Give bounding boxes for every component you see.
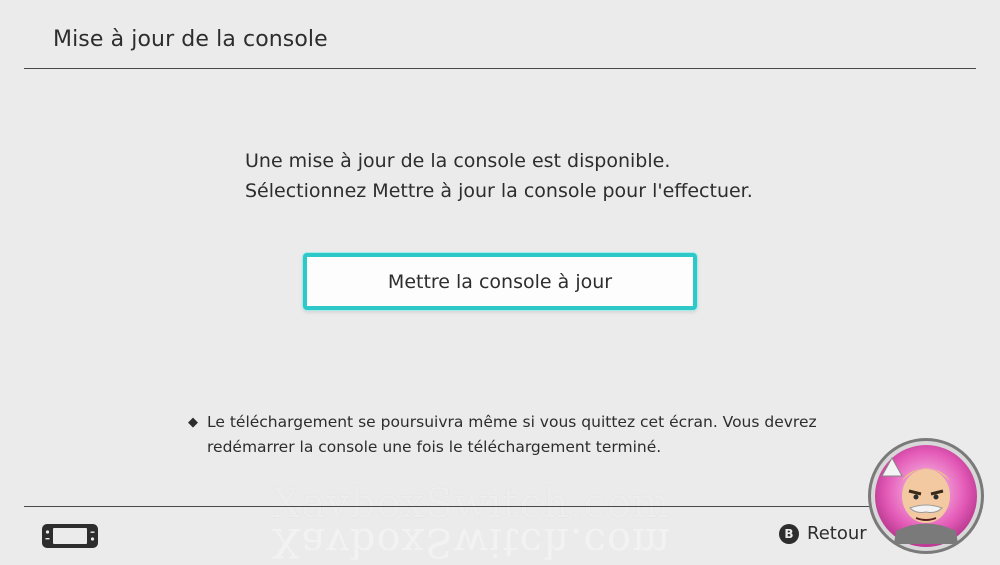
note-line-2: redémarrer la console une fois le téléch… (207, 438, 662, 456)
message-line-1: Une mise à jour de la console est dispon… (245, 150, 671, 172)
handheld-console-icon (42, 524, 98, 548)
header-divider (24, 68, 976, 69)
back-action[interactable]: B Retour (779, 523, 867, 544)
update-console-button-label: Mettre la console à jour (387, 270, 613, 293)
message-line-2: Sélectionnez Mettre à jour la console po… (245, 180, 753, 202)
note-bullet-icon: ◆ (188, 415, 198, 430)
page-header: Mise à jour de la console (0, 0, 1000, 68)
page-title: Mise à jour de la console (53, 27, 328, 52)
update-console-button[interactable]: Mettre la console à jour (303, 253, 697, 310)
update-message: Une mise à jour de la console est dispon… (245, 146, 753, 206)
b-button-icon: B (779, 523, 799, 544)
back-label: Retour (807, 523, 867, 544)
footer-bar: B Retour A OK (0, 507, 1000, 563)
note-line-1: Le téléchargement se poursuivra même si … (207, 413, 817, 431)
mascot-badge-logo (868, 438, 984, 554)
download-note: ◆ Le téléchargement se poursuivra même s… (188, 410, 828, 460)
